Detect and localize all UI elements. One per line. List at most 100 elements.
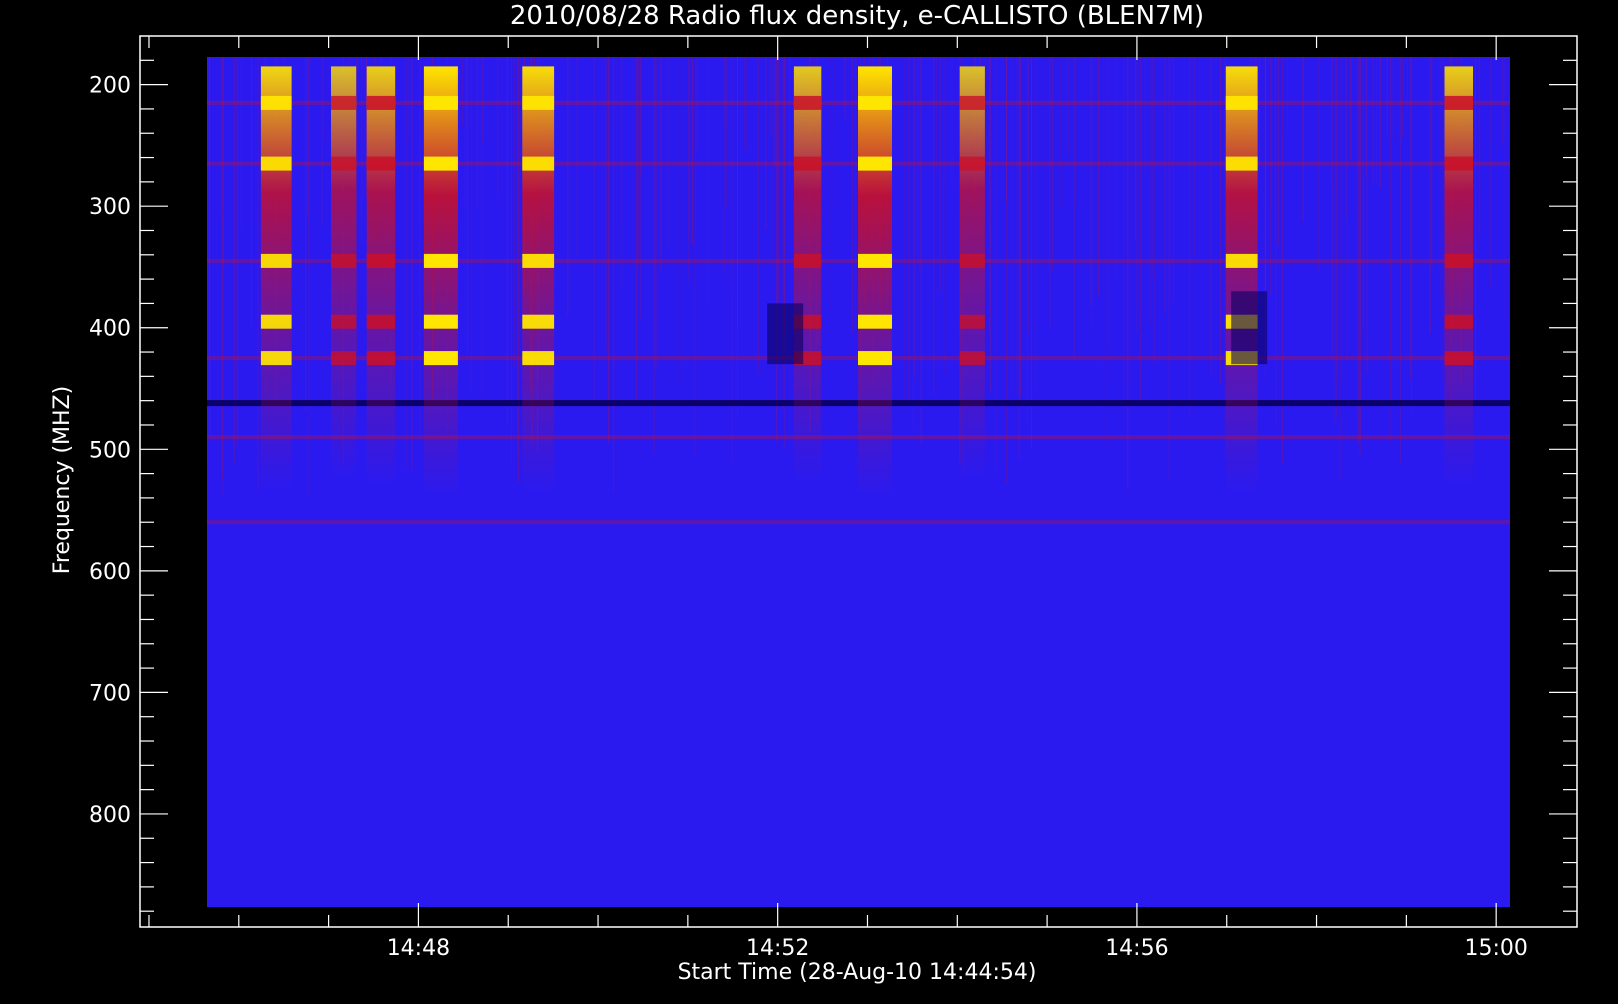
burst-patch: [522, 253, 555, 268]
noise-streak: [784, 57, 786, 335]
burst-patch: [366, 95, 396, 110]
y-tick-label: 300: [89, 195, 131, 220]
burst-column: [331, 66, 357, 479]
noise-streak: [908, 57, 910, 403]
noise-streak: [209, 57, 211, 435]
noise-streak: [1059, 57, 1061, 210]
noise-streak: [1151, 57, 1153, 278]
burst-patch: [522, 95, 555, 110]
noise-streak: [989, 57, 991, 335]
noise-streak: [1331, 57, 1333, 186]
noise-streak: [1386, 57, 1388, 137]
burst-patch: [959, 156, 985, 171]
x-tick-label: 14:52: [746, 936, 809, 961]
burst-column: [260, 66, 292, 491]
noise-streak: [1136, 57, 1138, 333]
burst-patch: [331, 156, 357, 171]
noise-streak: [692, 57, 693, 245]
noise-streak: [1362, 57, 1364, 330]
noise-streak: [362, 57, 364, 202]
noise-streak: [995, 57, 997, 477]
noise-streak: [844, 57, 846, 119]
noise-streak: [1391, 57, 1393, 138]
noise-streak: [517, 57, 519, 453]
noise-streak: [1303, 57, 1304, 222]
noise-streak: [1270, 57, 1272, 295]
burst-patch: [366, 314, 396, 329]
noise-streak: [250, 57, 252, 327]
noise-streak: [1372, 57, 1374, 187]
noise-streak: [608, 57, 609, 443]
noise-streak: [939, 57, 941, 292]
x-tick-label: 14:56: [1105, 936, 1168, 961]
burst-patch: [366, 351, 396, 366]
y-tick-label: 400: [89, 317, 131, 342]
noise-streak: [1049, 57, 1051, 329]
noise-streak: [620, 57, 622, 228]
y-axis-label: Frequency (MHZ): [50, 386, 75, 574]
y-tick-label: 200: [89, 74, 131, 99]
noise-streak: [1189, 57, 1191, 416]
burst-patch: [260, 253, 292, 268]
noise-streak: [985, 57, 987, 156]
noise-streak: [1334, 57, 1336, 427]
noise-streak: [640, 57, 642, 319]
noise-streak: [1016, 57, 1018, 397]
noise-streak: [1134, 57, 1136, 241]
noise-streak: [1044, 57, 1046, 280]
burst-patch: [1225, 253, 1258, 268]
noise-streak: [1129, 57, 1131, 418]
noise-streak: [653, 57, 655, 453]
noise-streak: [1479, 57, 1481, 234]
noise-streak: [990, 57, 992, 393]
noise-streak: [833, 57, 835, 204]
noise-streak: [668, 57, 670, 248]
noise-streak: [1379, 57, 1381, 189]
noise-streak: [1259, 57, 1261, 164]
noise-streak: [408, 57, 410, 138]
noise-streak: [851, 57, 853, 333]
noise-streak: [1028, 57, 1029, 333]
noise-streak: [1275, 57, 1277, 426]
noise-streak: [1115, 57, 1117, 277]
burst-patch: [959, 351, 985, 366]
burst-patch: [260, 95, 292, 110]
burst-patch: [1225, 156, 1258, 171]
burst-column: [366, 66, 396, 486]
noise-streak: [1336, 57, 1338, 378]
burst-patch: [331, 314, 357, 329]
burst-column: [1225, 66, 1258, 494]
noise-streak: [411, 57, 413, 471]
noise-streak: [1407, 57, 1408, 118]
noise-streak: [1172, 57, 1174, 303]
burst-patch: [522, 314, 555, 329]
noise-streak: [774, 57, 776, 167]
noise-streak: [1127, 57, 1129, 490]
noise-streak: [1439, 57, 1441, 301]
burst-patch: [959, 253, 985, 268]
noise-streak: [1359, 57, 1361, 439]
noise-streak: [1020, 57, 1022, 405]
plot-area: [207, 57, 1510, 907]
noise-streak: [933, 57, 935, 395]
y-tick-label: 800: [89, 803, 131, 828]
noise-streak: [1287, 57, 1288, 134]
burst-patch: [366, 253, 396, 268]
burst-patch: [331, 351, 357, 366]
burst-patch: [858, 351, 892, 366]
burst-patch: [858, 253, 892, 268]
burst-patch: [1225, 95, 1258, 110]
absorption-patch: [767, 303, 804, 365]
noise-streak: [1139, 57, 1141, 403]
noise-streak: [419, 57, 421, 439]
burst-patch: [423, 314, 458, 329]
noise-streak: [497, 57, 499, 197]
noise-streak: [724, 57, 726, 126]
x-tick-label: 14:48: [387, 936, 450, 961]
noise-streak: [776, 57, 778, 442]
noise-streak: [1429, 57, 1431, 334]
burst-patch: [331, 253, 357, 268]
noise-streak: [951, 57, 953, 179]
burst-patch: [1444, 156, 1473, 171]
noise-streak: [707, 57, 709, 307]
